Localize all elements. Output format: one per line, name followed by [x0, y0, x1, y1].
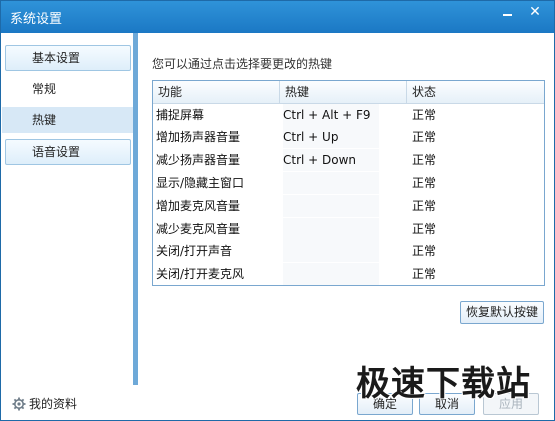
watermark-text: 极速下载站: [356, 364, 531, 404]
sidebar-item-general[interactable]: 常规: [2, 76, 134, 102]
row-function: 减少麦克风音量: [156, 222, 241, 236]
table-row[interactable]: 减少麦克风音量 正常: [153, 218, 544, 240]
hotkey-panel: 您可以通过点击选择要更改的热键 功能 热键 状态 捕捉屏幕 Ctrl + Alt…: [138, 33, 554, 385]
sidebar-group-basic-settings[interactable]: 基本设置: [5, 45, 131, 71]
sidebar: 基本设置 常规 热键 语音设置: [1, 33, 135, 385]
row-status: 正常: [412, 267, 437, 281]
table-row[interactable]: 捕捉屏幕 Ctrl + Alt + F9 正常: [153, 104, 544, 126]
hotkey-table: 功能 热键 状态 捕捉屏幕 Ctrl + Alt + F9 正常 增加扬声器音量…: [152, 80, 545, 286]
row-status: 正常: [412, 176, 437, 190]
row-hotkey[interactable]: [283, 263, 379, 285]
row-function: 减少扬声器音量: [156, 153, 241, 167]
row-function: 显示/隐藏主窗口: [156, 176, 245, 190]
watermark: 极速下载站: [356, 356, 551, 406]
column-header-hotkey[interactable]: 热键: [280, 81, 407, 103]
my-profile-label: 我的资料: [29, 397, 78, 411]
restore-defaults-button[interactable]: 恢复默认按键: [460, 301, 544, 324]
row-function: 捕捉屏幕: [156, 108, 205, 122]
row-function: 关闭/打开麦克风: [156, 267, 245, 281]
sidebar-group-voice-settings[interactable]: 语音设置: [5, 139, 131, 165]
settings-window: 系统设置 ✕ 基本设置 常规 热键 语音设置 您可以通过点击选择要更改的热键 功…: [0, 0, 555, 421]
table-row[interactable]: 关闭/打开麦克风 正常: [153, 263, 544, 285]
hotkey-hint: 您可以通过点击选择要更改的热键: [152, 57, 333, 71]
row-function: 关闭/打开声音: [156, 244, 233, 258]
title-bar[interactable]: 系统设置 ✕: [1, 1, 554, 33]
row-status: 正常: [412, 153, 437, 167]
close-button[interactable]: ✕: [524, 3, 546, 21]
row-status: 正常: [412, 244, 437, 258]
table-header: 功能 热键 状态: [153, 81, 544, 104]
minimize-button[interactable]: [496, 3, 518, 21]
minimize-icon: [502, 14, 512, 16]
row-function: 增加麦克风音量: [156, 199, 241, 213]
row-hotkey[interactable]: Ctrl + Up: [283, 126, 379, 148]
column-header-status[interactable]: 状态: [407, 81, 544, 103]
table-row[interactable]: 增加扬声器音量 Ctrl + Up 正常: [153, 126, 544, 148]
row-hotkey[interactable]: [283, 240, 379, 262]
row-hotkey[interactable]: Ctrl + Alt + F9: [283, 104, 379, 126]
row-hotkey[interactable]: [283, 218, 379, 240]
window-title: 系统设置: [10, 12, 63, 27]
table-row[interactable]: 显示/隐藏主窗口 正常: [153, 172, 544, 194]
table-row[interactable]: 增加麦克风音量 正常: [153, 195, 544, 217]
sidebar-item-hotkey[interactable]: 热键: [2, 107, 134, 133]
close-icon: ✕: [529, 4, 541, 20]
table-row[interactable]: 关闭/打开声音 正常: [153, 240, 544, 262]
column-header-function[interactable]: 功能: [153, 81, 280, 103]
row-status: 正常: [412, 108, 437, 122]
row-hotkey[interactable]: [283, 195, 379, 217]
row-status: 正常: [412, 222, 437, 236]
row-hotkey[interactable]: Ctrl + Down: [283, 149, 379, 171]
row-status: 正常: [412, 199, 437, 213]
gear-icon: [12, 397, 26, 411]
row-status: 正常: [412, 130, 437, 144]
row-function: 增加扬声器音量: [156, 130, 241, 144]
table-row[interactable]: 减少扬声器音量 Ctrl + Down 正常: [153, 149, 544, 171]
row-hotkey[interactable]: [283, 172, 379, 194]
